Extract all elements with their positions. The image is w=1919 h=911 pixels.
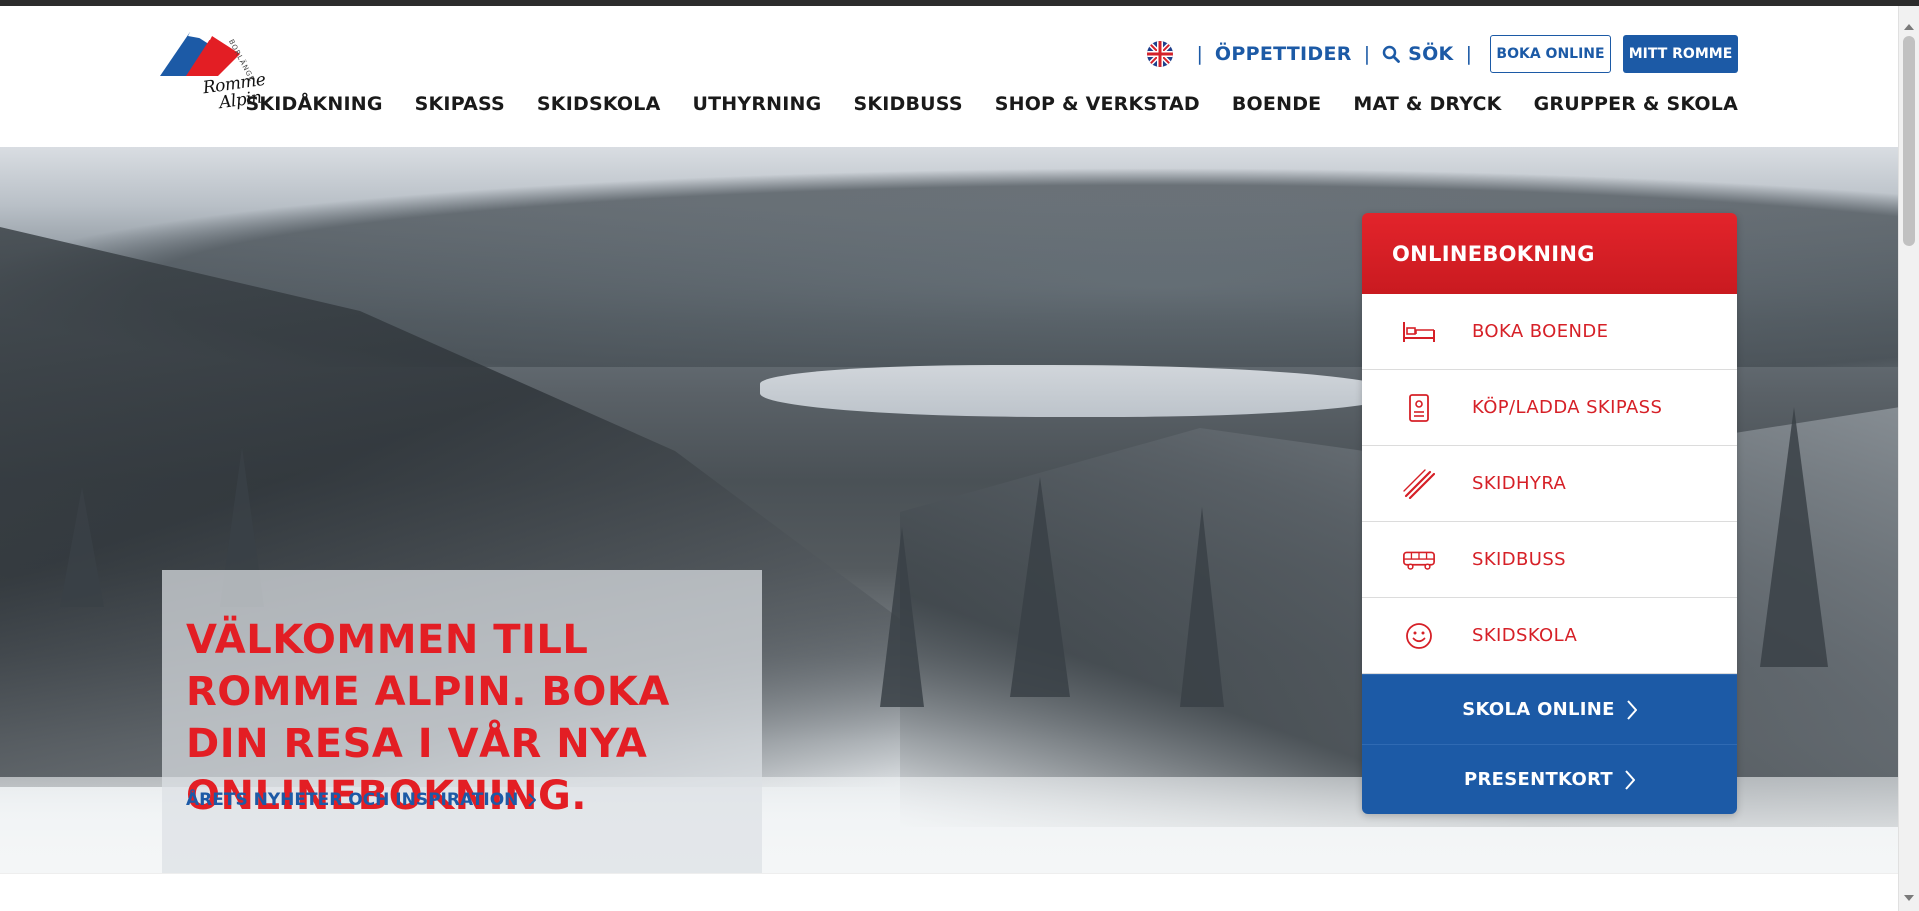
nav-item-rental[interactable]: UTHYRNING [692,93,821,115]
hero-tree [1760,407,1828,667]
main-nav: SKIDÅKNING SKIPASS SKIDSKOLA UTHYRNING S… [245,93,1738,115]
gift-card-button[interactable]: PRESENTKORT [1362,744,1737,814]
news-link-label: ÅRETS NYHETER OCH INSPIRATION [186,790,519,810]
nav-item-skipass[interactable]: SKIPASS [415,93,505,115]
hero-tree [1010,477,1070,697]
site-header: BORLÄNGE Romme Alpin | ÖPPETTIDER | SÖK … [0,6,1898,147]
booking-item-ski-bus[interactable]: SKIDBUSS [1362,522,1737,598]
bed-icon [1402,315,1436,349]
school-online-button[interactable]: SKOLA ONLINE [1362,674,1737,744]
booking-item-label: SKIDHYRA [1472,473,1567,494]
skipass-card-icon [1402,391,1436,425]
hero-tree [60,487,104,607]
uk-flag-icon[interactable] [1146,41,1173,67]
book-online-button[interactable]: BOKA ONLINE [1490,35,1611,73]
chevron-right-icon [1625,769,1636,790]
scroll-down-arrow-icon[interactable] [1904,895,1914,901]
my-romme-button[interactable]: MITT ROMME [1623,35,1738,73]
utility-nav: | ÖPPETTIDER | SÖK | BOKA ONLINE MITT RO… [1146,34,1738,74]
skis-icon [1402,467,1436,501]
smiley-icon [1402,619,1436,653]
booking-item-label: SKIDBUSS [1472,549,1566,570]
booking-item-skipass[interactable]: KÖP/LADDA SKIPASS [1362,370,1737,446]
nav-item-ski-school[interactable]: SKIDSKOLA [537,93,661,115]
booking-item-ski-rental[interactable]: SKIDHYRA [1362,446,1737,522]
booking-item-ski-school[interactable]: SKIDSKOLA [1362,598,1737,674]
nav-item-food-drink[interactable]: MAT & DRYCK [1353,93,1501,115]
booking-item-accommodation[interactable]: BOKA BOENDE [1362,294,1737,370]
welcome-panel: VÄLKOMMEN TILL ROMME ALPIN. BOKA DIN RES… [162,570,762,873]
online-booking-panel: ONLINEBOKNING BOKA BOENDE KÖP/LADDA SKIP… [1362,213,1737,814]
nav-item-ski-bus[interactable]: SKIDBUSS [853,93,962,115]
nav-item-accommodation[interactable]: BOENDE [1232,93,1321,115]
booking-title: ONLINEBOKNING [1362,213,1737,294]
booking-item-label: KÖP/LADDA SKIPASS [1472,397,1663,418]
hero-lake [760,365,1400,417]
page-content-start [0,873,1898,911]
scrollbar-thumb[interactable] [1903,36,1915,246]
divider: | [1196,43,1203,65]
scroll-up-arrow-icon[interactable] [1904,24,1914,30]
chevron-right-icon [1627,699,1637,720]
school-online-label: SKOLA ONLINE [1462,699,1615,720]
nav-item-skiing[interactable]: SKIDÅKNING [245,93,382,115]
divider: | [1465,43,1472,65]
chevron-right-icon [528,793,537,807]
booking-item-label: BOKA BOENDE [1472,321,1609,342]
hero-tree [880,527,924,707]
vertical-scrollbar[interactable] [1898,6,1919,911]
search-link[interactable]: SÖK [1382,43,1453,65]
booking-item-label: SKIDSKOLA [1472,625,1578,646]
divider: | [1363,43,1371,65]
bus-icon [1402,543,1436,577]
hero-tree [1180,507,1224,707]
news-inspiration-link[interactable]: ÅRETS NYHETER OCH INSPIRATION [186,790,537,810]
search-label: SÖK [1408,43,1454,65]
nav-item-groups-schools[interactable]: GRUPPER & SKOLA [1534,93,1738,115]
gift-card-label: PRESENTKORT [1463,769,1614,790]
nav-item-shop[interactable]: SHOP & VERKSTAD [995,93,1200,115]
opening-hours-link[interactable]: ÖPPETTIDER [1215,43,1352,65]
search-icon [1382,45,1401,63]
